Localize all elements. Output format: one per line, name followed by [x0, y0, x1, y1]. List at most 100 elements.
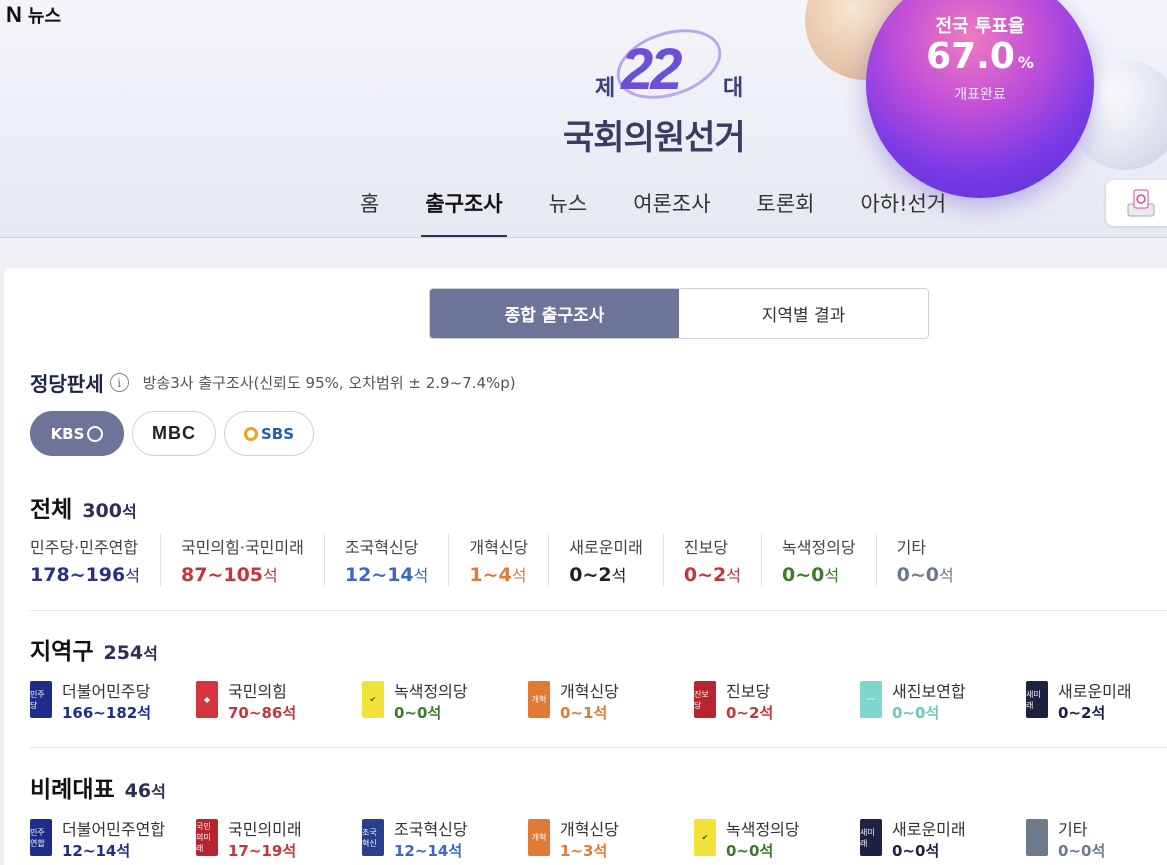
seat-range: 1~4석	[469, 562, 528, 586]
broadcaster-sbs-button[interactable]: SBS	[224, 411, 314, 456]
party-name: 진보당	[683, 538, 729, 557]
naver-news-logo[interactable]: N 뉴스	[6, 2, 61, 28]
election-hero-banner: N 뉴스 제 22 대 국회의원선거 전국 투표율 67.0% 개표완료 홈 출구…	[0, 0, 1167, 238]
seat-range: 12~14석	[62, 842, 131, 860]
seat-unit: 석	[122, 502, 137, 521]
party-text: 새진보연합 0~0석	[892, 678, 966, 723]
party-item[interactable]: 조국혁신 조국혁신당 12~14석	[362, 816, 528, 861]
party-item[interactable]: 개혁 개혁신당 0~1석	[528, 678, 694, 723]
turnout-unit: %	[1017, 53, 1034, 72]
broadcaster-selector: KBS MBC SBS	[30, 411, 314, 456]
seat-range-value: 0~2	[683, 564, 727, 586]
party-item[interactable]: 진보당 진보당 0~2석	[694, 678, 860, 723]
turnout-label: 전국 투표율	[935, 16, 1025, 37]
nav-tab-2[interactable]: 뉴스	[549, 184, 588, 238]
seat-unit: 석	[726, 566, 741, 585]
party-logo-icon: 〰	[860, 681, 882, 718]
exit-poll-description: 방송3사 출구조사(신뢰도 95%, 오차범위 ± 2.9~7.4%p)	[142, 374, 516, 392]
party-name: 새로운미래	[569, 538, 643, 557]
ballot-box-icon[interactable]	[1106, 180, 1167, 226]
party-item[interactable]: 민주당 더불어민주당 166~182석	[30, 678, 196, 723]
party-item[interactable]: 국민의미래 국민의미래 17~19석	[196, 816, 362, 861]
info-icon[interactable]: i	[109, 373, 129, 392]
party-item[interactable]: 〰 새진보연합 0~0석	[860, 678, 1026, 723]
district-section-title: 지역구 254석	[30, 632, 158, 666]
section-heading: 비례대표	[30, 777, 115, 803]
seat-range: 0~0석	[892, 842, 940, 860]
party-logo-icon: ✔	[694, 819, 716, 856]
turnout-bubble: 전국 투표율 67.0% 개표완료	[866, 0, 1094, 198]
party-item[interactable]: 새미래 새로운미래 0~2석	[1026, 678, 1167, 723]
seat-unit: 석	[511, 566, 527, 585]
seat-range: 0~0석	[897, 562, 954, 586]
party-logo-icon: 민주연합	[30, 819, 52, 856]
ballot-svg-icon	[1127, 189, 1155, 217]
seat-range: 0~0석	[782, 562, 856, 586]
party-text: 조국혁신당 12~14석	[394, 816, 468, 861]
total-party-column: 진보당 0~2석	[662, 534, 761, 586]
party-item[interactable]: ✔ 녹색정의당 0~0석	[362, 678, 528, 723]
nav-tab-1[interactable]: 출구조사	[421, 184, 507, 238]
party-logo-icon: 새미래	[860, 819, 882, 856]
party-item[interactable]: 민주연합 더불어민주연합 12~14석	[30, 816, 196, 861]
tab-overall-exit-poll[interactable]: 종합 출구조사	[430, 289, 679, 338]
party-text: 더불어민주연합 12~14석	[62, 816, 165, 861]
seat-range: 0~2석	[726, 704, 774, 722]
party-item[interactable]: ◆ 국민의힘 70~86석	[196, 678, 362, 723]
total-party-column: 개혁신당 1~4석	[448, 534, 548, 586]
party-name: 조국혁신당	[394, 820, 468, 839]
party-logo-icon: 새미래	[1026, 681, 1048, 718]
section-seat-count: 254석	[103, 640, 157, 664]
seat-unit: 석	[125, 566, 140, 585]
party-logo-icon: 민주당	[30, 681, 52, 718]
party-name: 더불어민주연합	[62, 820, 166, 839]
election-name: 국회의원선거	[563, 118, 746, 158]
total-party-column: 조국혁신당 12~14석	[323, 534, 449, 586]
party-text: 더불어민주당 166~182석	[62, 678, 151, 723]
emblem-dae: 대	[723, 76, 744, 101]
party-logo-icon: 개혁	[528, 819, 550, 856]
nav-tab-4[interactable]: 토론회	[757, 184, 815, 238]
seat-unit: 석	[824, 566, 840, 585]
section-seat-count: 300석	[82, 498, 136, 522]
party-text: 녹색정의당 0~0석	[394, 678, 468, 723]
party-text: 국민의미래 17~19석	[228, 816, 302, 861]
total-party-column: 새로운미래 0~2석	[548, 534, 663, 586]
seat-range: 0~2석	[569, 562, 643, 586]
total-section-title: 전체 300석	[30, 490, 137, 524]
seat-count-number: 254	[103, 642, 144, 664]
party-item[interactable]: ✔ 녹색정의당 0~0석	[694, 816, 860, 861]
seat-range-value: 87~105	[180, 564, 264, 586]
sbs-logo-icon	[243, 426, 258, 441]
section-heading: 지역구	[30, 639, 94, 665]
turnout-status: 개표완료	[954, 87, 1006, 103]
seat-range: 178~196석	[30, 562, 140, 586]
party-logo-icon: 진보당	[694, 681, 716, 718]
tab-regional-results[interactable]: 지역별 결과	[679, 289, 928, 338]
nav-tab-5[interactable]: 아하!선거	[861, 184, 947, 238]
party-name: 새로운미래	[1058, 682, 1132, 701]
emblem-number: 22	[621, 37, 682, 102]
broadcaster-mbc-button[interactable]: MBC	[132, 411, 216, 456]
seat-range-value: 12~14	[344, 564, 414, 586]
seat-range: 0~0석	[892, 704, 940, 722]
party-name: 기타	[896, 538, 927, 557]
section-seat-count: 46석	[125, 778, 166, 802]
nav-tab-3[interactable]: 여론조사	[633, 184, 710, 238]
party-name: 국민의힘	[228, 682, 287, 701]
party-item[interactable]: 기타 0~0석	[1026, 816, 1167, 861]
party-name: 기타	[1058, 820, 1088, 839]
nav-tab-0[interactable]: 홈	[360, 184, 379, 238]
party-name: 녹색정의당	[726, 820, 800, 839]
seat-range: 166~182석	[62, 704, 151, 722]
seat-unit: 석	[151, 782, 166, 801]
party-text: 새로운미래 0~2석	[1058, 678, 1132, 723]
party-name: 개혁신당	[560, 682, 619, 701]
party-text: 개혁신당 0~1석	[560, 678, 619, 723]
party-logo-icon: 조국혁신	[362, 819, 384, 856]
party-item[interactable]: 개혁 개혁신당 1~3석	[528, 816, 694, 861]
party-name: 개혁신당	[469, 538, 529, 557]
party-item[interactable]: 새미래 새로운미래 0~0석	[860, 816, 1026, 861]
broadcaster-kbs-button[interactable]: KBS	[30, 411, 124, 456]
party-text: 녹색정의당 0~0석	[726, 816, 800, 861]
